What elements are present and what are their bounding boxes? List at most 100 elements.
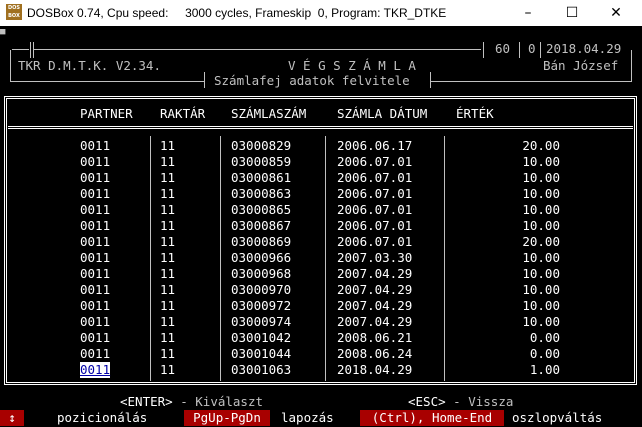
enter-hint-text: - Kiválaszt: [172, 394, 263, 409]
app-name: TKR D.M.T.K. V2.34.: [18, 58, 161, 73]
header-right-edge: [631, 50, 632, 81]
cell-datum: 2006.07.01: [337, 170, 413, 185]
cell-datum: 2006.07.01: [337, 202, 413, 217]
column-header-datum[interactable]: SZÁMLA DÁTUM: [337, 106, 427, 122]
page-subtitle: Számlafej adatok felvitele: [214, 73, 410, 88]
cell-partner: 0011: [80, 154, 111, 169]
cell-datum: 2006.07.01: [337, 218, 413, 233]
header-sep-2: [540, 42, 541, 58]
cell-raktar: 11: [160, 234, 176, 249]
minimize-button[interactable]: –: [506, 2, 550, 24]
cell-ertek: 10.00: [522, 298, 560, 313]
cell-raktar: 11: [160, 362, 176, 377]
enter-key-label: <ENTER>: [120, 394, 173, 409]
updown-arrow-icon[interactable]: ↕: [0, 410, 24, 426]
column-header-szamlaszam[interactable]: SZÁMLASZÁM: [231, 106, 306, 122]
cell-partner: 0011: [80, 346, 111, 361]
maximize-button[interactable]: ☐: [550, 2, 594, 24]
cell-szamlaszam: 03000867: [231, 218, 292, 233]
cell-szamlaszam: 03001044: [231, 346, 292, 361]
window-titlebar[interactable]: DOS BOX DOSBox 0.74, Cpu speed: 3000 cyc…: [0, 0, 642, 26]
cell-datum: 2006.07.01: [337, 234, 413, 249]
table-row[interactable]: 0011 11 03001042 2008.06.21 0.00: [0, 330, 642, 346]
cell-ertek: 1.00: [529, 362, 560, 377]
cell-datum: 2007.04.29: [337, 298, 413, 313]
cell-ertek: 0.00: [529, 346, 560, 361]
cell-szamlaszam: 03000859: [231, 154, 292, 169]
cell-szamlaszam: 03000863: [231, 186, 292, 201]
dos-console[interactable]: ■ 60 0 2018.04.29 TKR D.M.T.K. V2.34. V …: [0, 26, 642, 427]
header-tick-left-2: [33, 42, 34, 58]
cell-raktar: 11: [160, 266, 176, 281]
cell-ertek: 10.00: [522, 170, 560, 185]
cell-partner-selected[interactable]: 0011: [80, 362, 111, 378]
table-row[interactable]: 0011 11 03000968 2007.04.29 10.00: [0, 266, 642, 282]
cell-partner: 0011: [80, 266, 111, 281]
page-title: V É G S Z Á M L A: [288, 58, 416, 73]
table-row[interactable]: 0011 11 03000869 2006.07.01 20.00: [0, 234, 642, 250]
pgup-pgdn-key[interactable]: PgUp-PgDn: [184, 410, 270, 426]
user-name: Bán József: [543, 58, 619, 73]
table-row[interactable]: 0011 11 03000974 2007.04.29 10.00: [0, 314, 642, 330]
enter-hint: <ENTER> - Kiválaszt: [120, 394, 263, 410]
table-row[interactable]: 0011 11 03000865 2006.07.01 10.00: [0, 202, 642, 218]
cell-datum: 2007.04.29: [337, 266, 413, 281]
table-row[interactable]: 0011 11 03000861 2006.07.01 10.00: [0, 170, 642, 186]
cell-raktar: 11: [160, 154, 176, 169]
table-row[interactable]: 0011 11 03001063 2018.04.29 1.00: [0, 362, 642, 378]
cell-partner: 0011: [80, 170, 111, 185]
cell-raktar: 11: [160, 346, 176, 361]
table-row[interactable]: 0011 11 03000867 2006.07.01 10.00: [0, 218, 642, 234]
column-header-ertek[interactable]: ÉRTÉK: [456, 106, 494, 122]
table-row[interactable]: 0011 11 03000972 2007.04.29 10.00: [0, 298, 642, 314]
cell-ertek: 10.00: [522, 282, 560, 297]
cell-partner: 0011: [80, 250, 111, 265]
cell-szamlaszam: 03000972: [231, 298, 292, 313]
table-row[interactable]: 0011 11 03000863 2006.07.01 10.00: [0, 186, 642, 202]
table-row[interactable]: 0011 11 03000970 2007.04.29 10.00: [0, 282, 642, 298]
cell-raktar: 11: [160, 282, 176, 297]
table-row[interactable]: 0011 11 03001044 2008.06.24 0.00: [0, 346, 642, 362]
table-row[interactable]: 0011 11 03000966 2007.03.30 10.00: [0, 250, 642, 266]
close-button[interactable]: ✕: [594, 2, 638, 24]
header-counter-2: 0: [528, 41, 536, 56]
table-row[interactable]: 0011 11 03000829 2006.06.17 20.00: [0, 138, 642, 154]
header-bottom-line-right: [431, 81, 632, 82]
cell-ertek: 10.00: [522, 218, 560, 233]
cell-ertek: 10.00: [522, 154, 560, 169]
cell-szamlaszam: 03000968: [231, 266, 292, 281]
cell-ertek: 10.00: [522, 314, 560, 329]
cell-raktar: 11: [160, 330, 176, 345]
cell-partner: 0011: [80, 234, 111, 249]
table-row[interactable]: 0011 11 03000859 2006.07.01 10.00: [0, 154, 642, 170]
cell-szamlaszam: 03000970: [231, 282, 292, 297]
cell-ertek: 10.00: [522, 250, 560, 265]
cell-datum: 2006.07.01: [337, 186, 413, 201]
cell-ertek: 10.00: [522, 186, 560, 201]
header-bottom-line-left: [10, 81, 205, 82]
cell-partner: 0011: [80, 282, 111, 297]
cell-datum: 2006.06.17: [337, 138, 413, 153]
cell-raktar: 11: [160, 170, 176, 185]
header-sep-1: [519, 42, 520, 58]
cell-raktar: 11: [160, 298, 176, 313]
cell-raktar: 11: [160, 250, 176, 265]
header-tick-right: [483, 42, 484, 58]
cell-ertek: 20.00: [522, 138, 560, 153]
cell-partner: 0011: [80, 218, 111, 233]
cell-szamlaszam: 03000829: [231, 138, 292, 153]
cell-raktar: 11: [160, 202, 176, 217]
home-end-key[interactable]: (Ctrl), Home-End: [360, 410, 504, 426]
column-header-partner[interactable]: PARTNER: [80, 106, 133, 122]
window-title: DOSBox 0.74, Cpu speed: 3000 cycles, Fra…: [27, 6, 447, 20]
header-top-line-left: [12, 49, 29, 50]
cell-raktar: 11: [160, 218, 176, 233]
cell-ertek: 20.00: [522, 234, 560, 249]
cell-datum: 2018.04.29: [337, 362, 413, 377]
header-counter-1: 60: [495, 41, 511, 56]
cell-szamlaszam: 03001042: [231, 330, 292, 345]
cell-partner: 0011: [80, 298, 111, 313]
cell-datum: 2007.04.29: [337, 282, 413, 297]
column-header-raktar[interactable]: RAKTÁR: [160, 106, 205, 122]
cell-szamlaszam: 03000865: [231, 202, 292, 217]
